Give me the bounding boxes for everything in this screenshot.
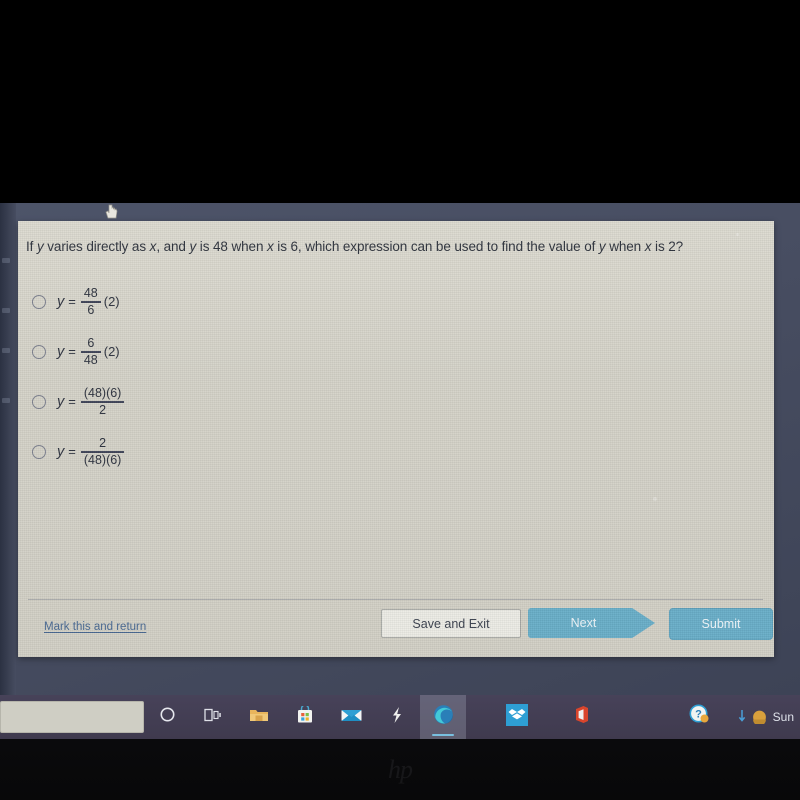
fraction-denominator: 2 xyxy=(99,402,107,417)
mark-this-and-return-link[interactable]: Mark this and return xyxy=(44,621,146,633)
taskbar-item-cortana[interactable] xyxy=(144,695,190,739)
answer-choices-list: y = 48 6 (2) y = 6 48 (2) y = (48)(6) 2 … xyxy=(32,277,452,477)
mail-icon xyxy=(341,707,362,728)
bezel-mark xyxy=(2,308,10,313)
taskbar-icon-group: ? Sun xyxy=(144,695,800,739)
taskbar-item-file-explorer[interactable] xyxy=(236,695,282,739)
action-bar: Mark this and return Save and Exit Next … xyxy=(18,600,774,657)
fraction: 2 (48)(6) xyxy=(80,435,125,467)
next-button[interactable]: Next xyxy=(528,608,655,638)
windows-taskbar: ? Sun xyxy=(0,695,800,739)
taskbar-search-input[interactable] xyxy=(0,701,144,733)
system-tray: Sun xyxy=(738,695,800,739)
bezel-mark xyxy=(2,398,10,403)
weather-widget[interactable]: Sun xyxy=(738,708,798,727)
edge-icon xyxy=(433,704,454,730)
cortana-icon xyxy=(159,706,176,728)
radio-button-b[interactable] xyxy=(32,345,46,359)
taskbar-item-edge[interactable] xyxy=(420,695,466,739)
submit-button[interactable]: Submit xyxy=(669,608,773,640)
answer-expression-d: y = 2 (48)(6) xyxy=(57,435,127,467)
trailing-factor: (2) xyxy=(103,294,120,310)
dropbox-icon xyxy=(506,703,528,731)
top-letterbox xyxy=(0,0,800,205)
task-view-icon xyxy=(204,707,222,728)
help-icon: ? xyxy=(689,704,710,730)
screen-glare xyxy=(736,233,739,236)
hand-cursor xyxy=(104,204,120,220)
radio-button-c[interactable] xyxy=(32,395,46,409)
answer-expression-b: y = 6 48 (2) xyxy=(57,335,120,367)
equals-sign: = xyxy=(68,444,76,460)
taskbar-item-mail[interactable] xyxy=(328,695,374,739)
question-text: If y varies directly as x, and y is 48 w… xyxy=(26,239,684,254)
fraction-numerator: 48 xyxy=(83,285,98,300)
fraction: 6 48 xyxy=(80,335,101,367)
trailing-factor: (2) xyxy=(103,344,120,360)
taskbar-item-microsoft-store[interactable] xyxy=(282,695,328,739)
taskbar-item-dropbox[interactable] xyxy=(494,695,540,739)
equals-sign: = xyxy=(68,294,76,310)
weather-label: Sun xyxy=(772,710,794,724)
answer-expression-c: y = (48)(6) 2 xyxy=(57,385,127,417)
bezel-mark xyxy=(2,348,10,353)
photo-of-laptop-screen: If y varies directly as x, and y is 48 w… xyxy=(0,0,800,800)
fraction-numerator: 2 xyxy=(99,435,107,450)
taskbar-item-task-view[interactable] xyxy=(190,695,236,739)
laptop-bottom-bezel: hp xyxy=(0,739,800,800)
office-icon xyxy=(573,705,590,729)
file-explorer-icon xyxy=(249,706,269,728)
answer-choice-b[interactable]: y = 6 48 (2) xyxy=(32,327,452,377)
lightning-icon xyxy=(390,706,404,729)
taskbar-item-office[interactable] xyxy=(558,695,604,739)
answer-expression-a: y = 48 6 (2) xyxy=(57,285,120,317)
variable-y: y xyxy=(57,393,65,410)
bezel-mark xyxy=(2,258,10,263)
weather-sun-icon xyxy=(750,708,769,727)
microsoft-store-icon xyxy=(296,703,314,729)
fraction: 48 6 xyxy=(80,285,101,317)
variable-y: y xyxy=(57,343,65,360)
fraction: (48)(6) 2 xyxy=(80,385,125,417)
weather-arrow-icon xyxy=(738,709,746,726)
hp-logo: hp xyxy=(388,754,413,784)
equals-sign: = xyxy=(68,394,76,410)
variable-y: y xyxy=(57,443,65,460)
fraction-denominator: 48 xyxy=(83,352,98,367)
fraction-denominator: (48)(6) xyxy=(83,452,122,467)
radio-button-a[interactable] xyxy=(32,295,46,309)
variable-y: y xyxy=(57,293,65,310)
question-panel: If y varies directly as x, and y is 48 w… xyxy=(18,221,774,657)
taskbar-item-lightning[interactable] xyxy=(374,695,420,739)
left-screen-edge xyxy=(0,203,16,695)
fraction-denominator: 6 xyxy=(87,302,95,317)
fraction-numerator: 6 xyxy=(87,335,95,350)
fraction-numerator: (48)(6) xyxy=(83,385,122,400)
equals-sign: = xyxy=(68,344,76,360)
answer-choice-c[interactable]: y = (48)(6) 2 xyxy=(32,377,452,427)
screen-glare xyxy=(653,497,657,501)
taskbar-item-help[interactable]: ? xyxy=(676,695,722,739)
answer-choice-d[interactable]: y = 2 (48)(6) xyxy=(32,427,452,477)
radio-button-d[interactable] xyxy=(32,445,46,459)
save-and-exit-button[interactable]: Save and Exit xyxy=(381,609,521,638)
answer-choice-a[interactable]: y = 48 6 (2) xyxy=(32,277,452,327)
